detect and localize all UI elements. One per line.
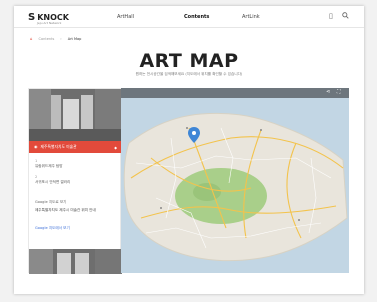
nav-item-contents[interactable]: Contents bbox=[184, 14, 209, 20]
gallery-photo-bottom[interactable] bbox=[29, 249, 122, 274]
list-item[interactable]: 2 서귀포시 안덕면 갤러리 bbox=[35, 175, 70, 185]
share-icon[interactable]: ⋖ bbox=[326, 89, 330, 95]
logo-mark: S bbox=[28, 12, 36, 23]
search-icon[interactable] bbox=[342, 12, 349, 21]
list-item-text: 서귀포시 안덕면 갤러리 bbox=[35, 180, 71, 184]
pin-icon: ◉ bbox=[34, 144, 38, 149]
browser-page: S KNOCK Jeju Art Network ArtHall Content… bbox=[14, 6, 364, 294]
google-map-link[interactable]: Google 지도에서 보기 bbox=[35, 226, 70, 231]
nav-item-arthall[interactable]: ArtHall bbox=[117, 14, 134, 20]
home-icon[interactable]: ⌂ bbox=[30, 36, 33, 41]
google-section-text: 제주특별자치도 제주시 미술관 위치 안내 bbox=[35, 208, 96, 212]
list-item[interactable]: 1 유람위드제주 탐방 bbox=[35, 159, 63, 169]
map-toolbar: ⋖ ⛶ bbox=[121, 88, 349, 98]
fullscreen-icon[interactable]: ⛶ bbox=[337, 89, 341, 95]
breadcrumb-current: Art Map bbox=[67, 36, 82, 41]
logo-tagline: Jeju Art Network bbox=[37, 21, 62, 25]
page-title: ART MAP bbox=[139, 50, 239, 72]
breadcrumb: ⌂ Contents › Art Map bbox=[30, 36, 82, 41]
list-item-text: 유람위드제주 탐방 bbox=[35, 164, 63, 168]
diamond-icon[interactable]: ◆ bbox=[114, 145, 117, 150]
island-map bbox=[123, 112, 348, 262]
nav-item-artlink[interactable]: ArtLink bbox=[242, 14, 260, 20]
selected-location-label: 제주특별자치도 미술관 bbox=[40, 144, 77, 149]
art-map[interactable]: ⋖ ⛶ bbox=[121, 88, 349, 273]
top-navigation: S KNOCK Jeju Art Network ArtHall Content… bbox=[14, 6, 364, 28]
bookmark-icon[interactable]: ▯ bbox=[329, 12, 333, 20]
google-section-title: Google 지도로 보기 bbox=[35, 200, 67, 204]
location-panel: ◉ 제주특별자치도 미술관 ◆ 1 유람위드제주 탐방 2 서귀포시 안덕면 갤러… bbox=[28, 88, 122, 274]
breadcrumb-contents[interactable]: Contents bbox=[39, 37, 55, 41]
selected-location-bar[interactable]: ◉ 제주특별자치도 미술관 ◆ bbox=[29, 141, 122, 153]
page-subtitle: 원하는 전시공간을 검색해보세요 (지도에서 위치를 확인할 수 있습니다) bbox=[135, 72, 243, 76]
gallery-photo[interactable] bbox=[29, 89, 122, 141]
